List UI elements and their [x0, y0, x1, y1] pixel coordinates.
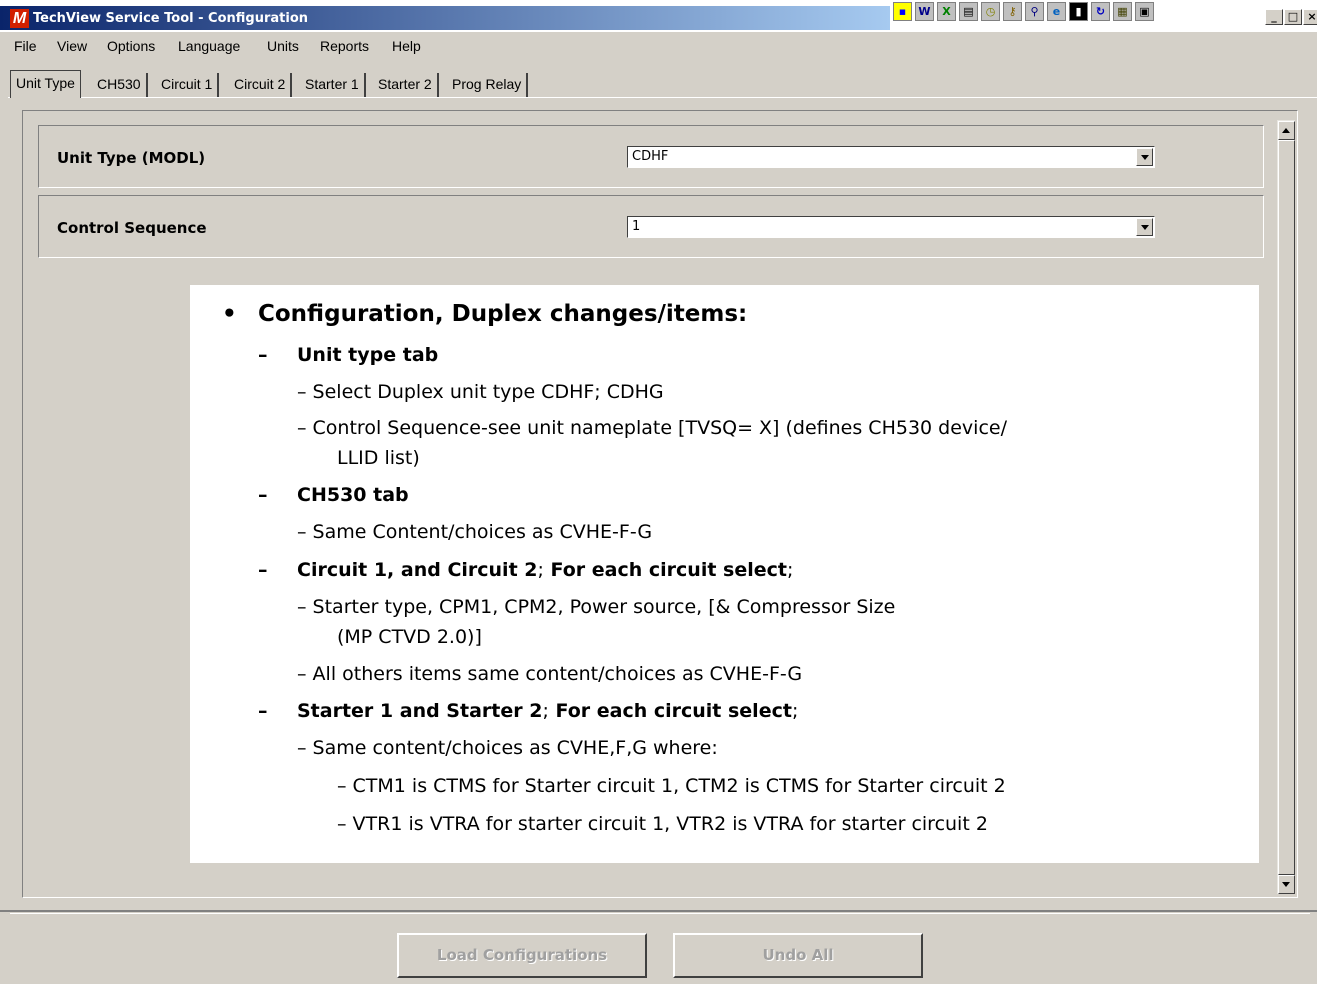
- circuit-item-2: – All others items same content/choices …: [297, 663, 803, 685]
- ie-icon[interactable]: e: [1047, 2, 1066, 21]
- circuit-item-1-cont: (MP CTVD 2.0)]: [337, 626, 482, 648]
- tab-starter-2[interactable]: Starter 2: [373, 73, 439, 97]
- scroll-up-button[interactable]: [1278, 121, 1295, 140]
- app-icon[interactable]: ▤: [959, 2, 978, 21]
- load-configurations-button[interactable]: Load Configurations: [397, 933, 647, 978]
- menu-units[interactable]: Units: [267, 37, 299, 55]
- app-logo-icon: M: [10, 9, 29, 28]
- unit-type-item-1: – Select Duplex unit type CDHF; CDHG: [297, 381, 664, 403]
- control-sequence-dropdown-button[interactable]: [1136, 218, 1153, 236]
- undo-all-button[interactable]: Undo All: [673, 933, 923, 978]
- menu-language[interactable]: Language: [178, 37, 240, 55]
- dash-icon: –: [258, 559, 268, 581]
- circuit-heading: Circuit 1, and Circuit 2; For each circu…: [297, 557, 793, 583]
- unit-type-value: CDHF: [632, 149, 669, 164]
- unit-type-dropdown-button[interactable]: [1136, 148, 1153, 166]
- close-button[interactable]: ×: [1303, 9, 1317, 25]
- refresh-icon[interactable]: ↻: [1091, 2, 1110, 21]
- maximize-button[interactable]: □: [1284, 9, 1302, 25]
- unit-type-tab-heading: Unit type tab: [297, 344, 439, 366]
- tab-starter-1[interactable]: Starter 1: [300, 73, 366, 97]
- chevron-down-icon: [1141, 155, 1149, 160]
- notes-overlay: • Configuration, Duplex changes/items: –…: [190, 285, 1259, 863]
- starter-subitem-1: – CTM1 is CTMS for Starter circuit 1, CT…: [337, 775, 1006, 797]
- starter-heading-sep: ;: [542, 700, 549, 722]
- unit-type-item-2-cont: LLID list): [337, 447, 420, 469]
- starter-subitem-2: – VTR1 is VTRA for starter circuit 1, VT…: [337, 813, 988, 835]
- circuit-heading-tail: For each circuit select: [550, 559, 787, 581]
- word-icon[interactable]: W: [915, 2, 934, 21]
- circuit-heading-sep: ;: [537, 559, 544, 581]
- menu-help[interactable]: Help: [392, 37, 421, 55]
- overlay-heading: Configuration, Duplex changes/items:: [258, 301, 748, 327]
- bottom-separator: [0, 910, 1317, 912]
- bullet-icon: •: [222, 301, 237, 327]
- circuit-heading-end: ;: [786, 559, 794, 581]
- window-icon[interactable]: ▣: [1135, 2, 1154, 21]
- tab-ch530[interactable]: CH530: [92, 73, 148, 97]
- ch530-tab-heading: CH530 tab: [297, 484, 409, 506]
- circuit-heading-main: Circuit 1, and Circuit 2: [297, 559, 538, 581]
- minimize-button[interactable]: _: [1265, 9, 1283, 25]
- menu-options[interactable]: Options: [107, 37, 155, 55]
- control-sequence-value: 1: [632, 219, 641, 234]
- scrollbar-thumb[interactable]: [1278, 140, 1295, 875]
- tab-prog-relay[interactable]: Prog Relay: [447, 73, 529, 97]
- control-sequence-label: Control Sequence: [57, 219, 207, 237]
- starter-heading: Starter 1 and Starter 2; For each circui…: [297, 698, 798, 724]
- circuit-item-1: – Starter type, CPM1, CPM2, Power source…: [297, 596, 896, 618]
- color-icon[interactable]: ▪: [893, 2, 912, 21]
- menu-reports[interactable]: Reports: [320, 37, 369, 55]
- menu-view[interactable]: View: [57, 37, 87, 55]
- key-icon[interactable]: ⚷: [1003, 2, 1022, 21]
- arrow-down-icon: [1282, 882, 1290, 887]
- starter-item-1: – Same content/choices as CVHE,F,G where…: [297, 737, 718, 759]
- dash-icon: –: [258, 700, 268, 722]
- tab-circuit-2[interactable]: Circuit 2: [229, 73, 293, 97]
- control-sequence-select[interactable]: 1: [627, 216, 1155, 238]
- scroll-down-button[interactable]: [1278, 875, 1295, 894]
- menu-file[interactable]: File: [14, 37, 37, 55]
- dash-icon: –: [258, 344, 268, 366]
- unit-type-item-2: – Control Sequence-see unit nameplate [T…: [297, 417, 1007, 439]
- starter-heading-main: Starter 1 and Starter 2: [297, 700, 543, 722]
- ch530-item-1: – Same Content/choices as CVHE-F-G: [297, 521, 653, 543]
- clock-icon[interactable]: ◷: [981, 2, 1000, 21]
- tab-circuit-1[interactable]: Circuit 1: [156, 73, 220, 97]
- dash-icon: –: [258, 484, 268, 506]
- starter-heading-tail: For each circuit select: [555, 700, 792, 722]
- button-bar: [10, 913, 1310, 984]
- unit-type-label: Unit Type (MODL): [57, 149, 206, 167]
- unit-type-select[interactable]: CDHF: [627, 146, 1155, 168]
- excel-icon[interactable]: X: [937, 2, 956, 21]
- taskbar-icons: ▪ W X ▤ ◷ ⚷ ⚲ e ▮ ↻ ▦ ▣ _ □ ×: [890, 0, 1317, 32]
- cmd-icon[interactable]: ▮: [1069, 2, 1088, 21]
- chevron-down-icon: [1141, 225, 1149, 230]
- tab-unit-type[interactable]: Unit Type: [10, 70, 81, 98]
- tab-strip-line: [8, 97, 1317, 98]
- starter-heading-end: ;: [791, 700, 799, 722]
- notes-icon[interactable]: ▦: [1113, 2, 1132, 21]
- window-title: TechView Service Tool - Configuration: [33, 11, 308, 26]
- search-icon[interactable]: ⚲: [1025, 2, 1044, 21]
- arrow-up-icon: [1282, 128, 1290, 133]
